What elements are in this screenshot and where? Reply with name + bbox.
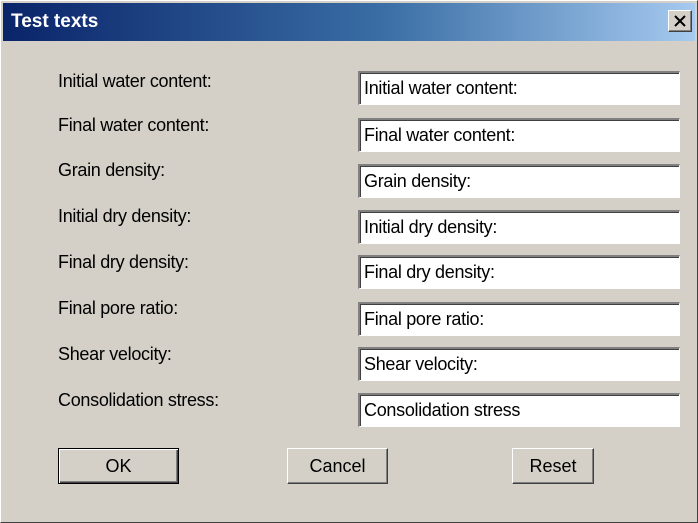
label-initial-water-content: Initial water content: xyxy=(58,71,212,91)
label-final-water-content: Final water content: xyxy=(58,115,210,135)
shear-velocity-input[interactable] xyxy=(358,347,680,381)
final-dry-density-input[interactable] xyxy=(358,255,680,289)
label-shear-velocity: Shear velocity: xyxy=(58,344,172,364)
final-water-content-input[interactable] xyxy=(358,118,680,152)
label-initial-dry-density: Initial dry density: xyxy=(58,206,192,226)
test-texts-dialog: Test texts Initial water content: Final … xyxy=(0,0,698,523)
ok-button[interactable]: OK xyxy=(58,448,179,484)
label-consolidation-stress: Consolidation stress: xyxy=(58,390,219,410)
cancel-button[interactable]: Cancel xyxy=(287,448,388,484)
close-icon xyxy=(674,15,686,27)
grain-density-input[interactable] xyxy=(358,164,680,198)
label-grain-density: Grain density: xyxy=(58,160,165,180)
label-final-dry-density: Final dry density: xyxy=(58,252,189,272)
initial-water-content-input[interactable] xyxy=(358,71,680,105)
dialog-title: Test texts xyxy=(11,11,99,32)
initial-dry-density-input[interactable] xyxy=(358,210,680,244)
label-final-pore-ratio: Final pore ratio: xyxy=(58,298,178,318)
close-button[interactable] xyxy=(668,10,692,32)
final-pore-ratio-input[interactable] xyxy=(358,302,680,336)
title-bar[interactable]: Test texts xyxy=(3,3,695,41)
consolidation-stress-input[interactable] xyxy=(358,393,680,427)
reset-button[interactable]: Reset xyxy=(512,448,594,484)
